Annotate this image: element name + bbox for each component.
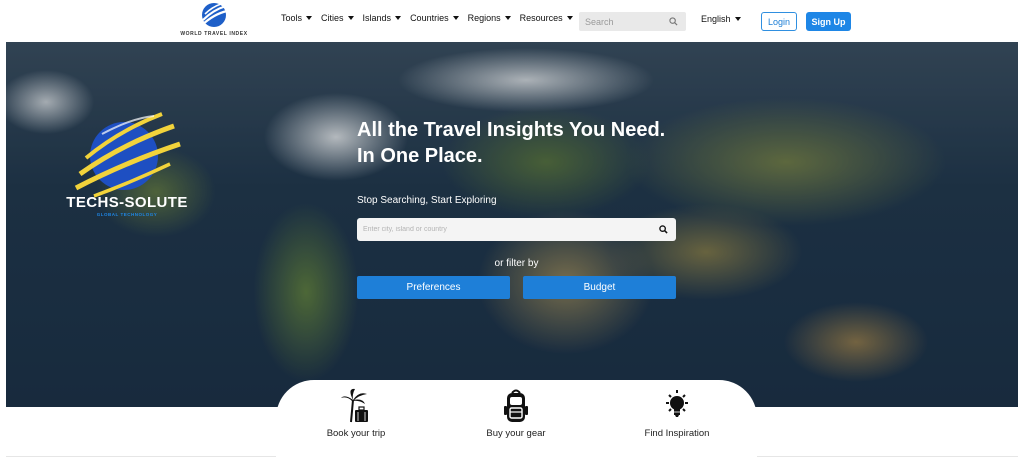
- feature-label: Find Inspiration: [644, 428, 710, 439]
- nav-item-countries[interactable]: Countries: [410, 13, 459, 23]
- caret-down-icon: [566, 16, 573, 20]
- headline-line-2: In One Place.: [357, 145, 483, 167]
- main-menu: Tools Cities Islands Countries Regions R…: [281, 13, 573, 23]
- top-navigation-bar: WORLD TRAVEL INDEX Tools Cities Islands …: [0, 0, 1024, 42]
- caret-down-icon: [347, 16, 354, 20]
- feature-find-inspiration[interactable]: Find Inspiration: [622, 388, 732, 439]
- search-icon[interactable]: [659, 225, 668, 234]
- nav-label: Regions: [467, 13, 501, 23]
- nav-item-resources[interactable]: Resources: [520, 13, 573, 23]
- logo-tagline: GLOBAL TECHNOLOGY: [96, 212, 158, 217]
- nav-item-tools[interactable]: Tools: [281, 13, 313, 23]
- nav-label: Cities: [321, 13, 344, 23]
- caret-down-icon: [734, 17, 741, 21]
- feature-buy-gear[interactable]: Buy your gear: [461, 388, 571, 439]
- nav-item-regions[interactable]: Regions: [468, 13, 511, 23]
- feature-book-trip[interactable]: Book your trip: [301, 388, 411, 439]
- header-search: [579, 12, 686, 31]
- lightbulb-icon: [666, 390, 688, 417]
- hero-headline: All the Travel Insights You Need. In One…: [357, 117, 717, 169]
- caret-down-icon: [306, 16, 313, 20]
- hero-subheading: Stop Searching, Start Exploring: [357, 195, 497, 206]
- nav-label: Islands: [362, 13, 392, 23]
- caret-down-icon: [452, 16, 459, 20]
- login-button[interactable]: Login: [761, 12, 797, 31]
- brand-logo[interactable]: WORLD TRAVEL INDEX: [176, 2, 252, 42]
- headline-line-1: All the Travel Insights You Need.: [357, 119, 666, 141]
- search-input[interactable]: [579, 16, 665, 27]
- nav-label: Resources: [519, 13, 563, 23]
- feature-label: Buy your gear: [486, 428, 546, 439]
- caret-down-icon: [395, 16, 402, 20]
- destination-search-input[interactable]: [357, 226, 647, 233]
- brand-name: WORLD TRAVEL INDEX: [180, 31, 248, 37]
- feature-label: Book your trip: [326, 428, 386, 439]
- budget-button[interactable]: Budget: [523, 276, 676, 299]
- filter-divider-text: or filter by: [494, 258, 539, 269]
- globe-logo-icon: [201, 3, 228, 27]
- nav-item-islands[interactable]: Islands: [363, 13, 402, 23]
- palm-suitcase-icon: [341, 388, 368, 423]
- feature-panel: Book your trip Buy your gear Find Inspir…: [276, 380, 757, 458]
- backpack-icon: [504, 389, 528, 422]
- caret-down-icon: [504, 16, 511, 20]
- hero-banner: TECHS-SOLUTE GLOBAL TECHNOLOGY All the T…: [6, 42, 1018, 407]
- nav-item-cities[interactable]: Cities: [321, 13, 354, 23]
- language-label: English: [701, 14, 731, 24]
- nav-label: Tools: [281, 13, 303, 23]
- signup-button[interactable]: Sign Up: [806, 12, 851, 31]
- language-selector[interactable]: English: [701, 14, 741, 24]
- preferences-button[interactable]: Preferences: [357, 276, 510, 299]
- destination-search: [357, 218, 676, 241]
- logo-wordmark: TECHS-SOLUTE: [66, 194, 188, 211]
- search-icon[interactable]: [669, 17, 678, 26]
- nav-label: Countries: [410, 13, 449, 23]
